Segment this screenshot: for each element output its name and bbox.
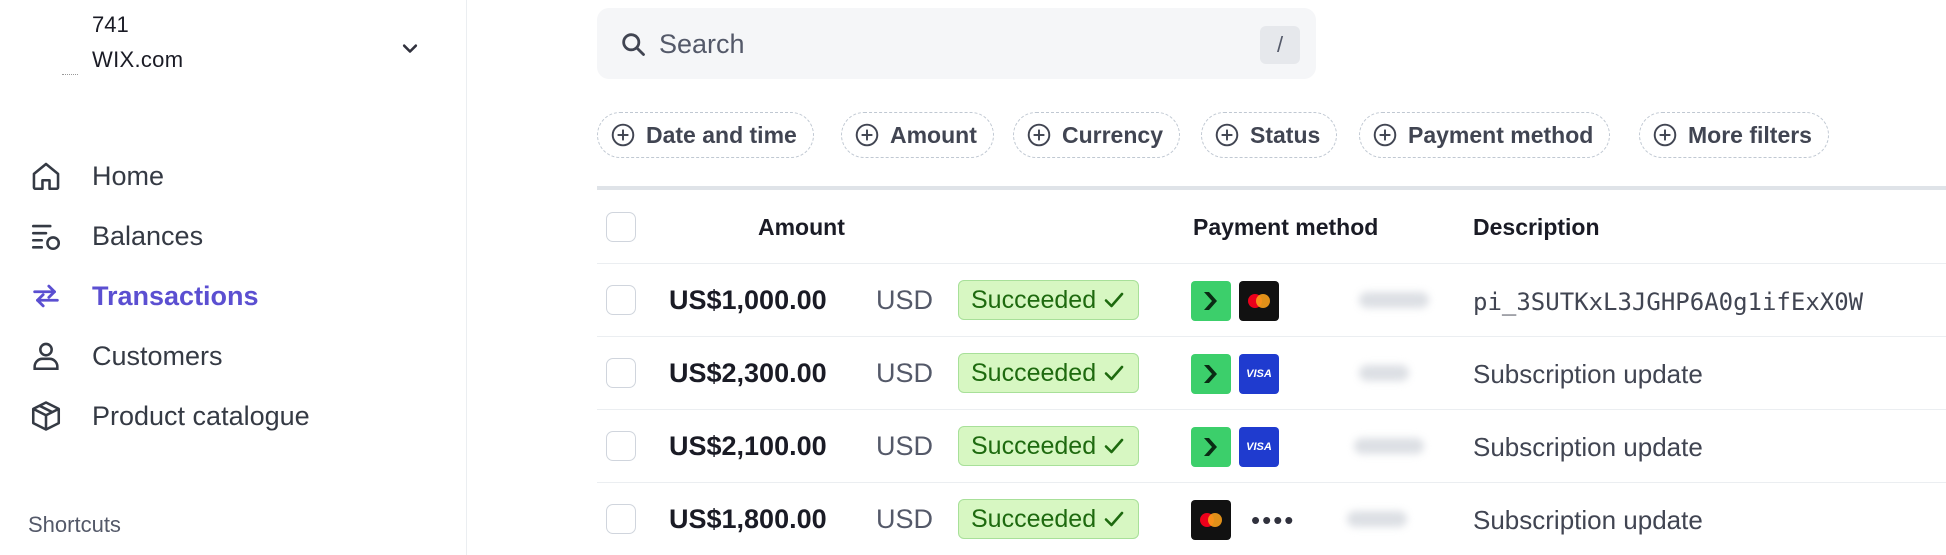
plus-circle-icon bbox=[855, 123, 879, 147]
plus-circle-icon bbox=[611, 123, 635, 147]
payment-method-cell: •••• bbox=[1191, 500, 1295, 540]
account-switcher[interactable]: 741 WIX.com bbox=[56, 10, 426, 82]
filter-amount[interactable]: Amount bbox=[841, 112, 994, 158]
filter-payment-method[interactable]: Payment method bbox=[1359, 112, 1611, 158]
status-label: Succeeded bbox=[971, 431, 1097, 460]
visa-logo-icon: VISA bbox=[1239, 354, 1279, 394]
search-icon bbox=[622, 33, 645, 56]
search-bar[interactable]: / bbox=[597, 8, 1316, 79]
filter-more-filters[interactable]: More filters bbox=[1639, 112, 1829, 158]
checkmark-icon bbox=[1104, 511, 1124, 527]
payment-method-cell bbox=[1191, 281, 1287, 321]
product-box-icon bbox=[28, 398, 64, 434]
currency-cell: USD bbox=[876, 431, 934, 461]
amount-cell: US$1,000.00 bbox=[669, 285, 827, 315]
status-badge: Succeeded bbox=[958, 280, 1140, 320]
table-header: Amount Payment method Description bbox=[597, 190, 1946, 264]
account-logo bbox=[62, 72, 78, 75]
amount-cell: US$2,100.00 bbox=[669, 431, 827, 461]
sidebar-item-balances[interactable]: Balances bbox=[28, 214, 428, 258]
status-label: Succeeded bbox=[971, 504, 1097, 533]
shortcuts-heading: Shortcuts bbox=[28, 512, 121, 537]
sidebar-item-label: Customers bbox=[92, 340, 223, 371]
payment-method-cell: VISA bbox=[1191, 354, 1287, 394]
home-icon bbox=[28, 158, 64, 194]
row-checkbox[interactable] bbox=[606, 504, 636, 534]
sidebar-item-transactions[interactable]: Transactions bbox=[28, 274, 428, 318]
currency-cell: USD bbox=[876, 358, 934, 388]
filter-label: Date and time bbox=[646, 121, 797, 148]
status-label: Succeeded bbox=[971, 285, 1097, 314]
plus-circle-icon bbox=[1373, 123, 1397, 147]
description-cell: Subscription update bbox=[1473, 359, 1703, 389]
sidebar-item-label: Transactions bbox=[92, 280, 259, 311]
link-logo-icon bbox=[1191, 354, 1231, 394]
table-row[interactable]: US$2,300.00 USD Succeeded VISA Subscript… bbox=[597, 337, 1946, 410]
sidebar-item-label: Balances bbox=[92, 220, 204, 251]
search-input[interactable] bbox=[659, 22, 1219, 66]
account-name-line1: 741 bbox=[92, 12, 129, 37]
redacted-card-number bbox=[1299, 424, 1449, 470]
card-mask: •••• bbox=[1251, 504, 1296, 535]
description-cell: Subscription update bbox=[1473, 505, 1703, 535]
amount-cell: US$1,800.00 bbox=[669, 504, 827, 534]
table-row[interactable]: US$1,000.00 USD Succeeded pi_3SUTKxL3JGH… bbox=[597, 264, 1946, 337]
filter-currency[interactable]: Currency bbox=[1013, 112, 1180, 158]
filter-label: Amount bbox=[890, 121, 977, 148]
checkmark-icon bbox=[1104, 365, 1124, 381]
row-checkbox[interactable] bbox=[606, 358, 636, 388]
sidebar-item-customers[interactable]: Customers bbox=[28, 334, 428, 378]
status-label: Succeeded bbox=[971, 358, 1097, 387]
plus-circle-icon bbox=[1215, 123, 1239, 147]
redacted-card-number bbox=[1299, 278, 1449, 324]
transactions-icon bbox=[28, 278, 64, 314]
status-badge: Succeeded bbox=[958, 426, 1140, 466]
column-header-description: Description bbox=[1473, 214, 1600, 240]
link-logo-icon bbox=[1191, 427, 1231, 467]
account-name-line2: WIX.com bbox=[92, 47, 184, 72]
table-row[interactable]: US$2,100.00 USD Succeeded VISA Subscript… bbox=[597, 410, 1946, 483]
select-all-checkbox[interactable] bbox=[606, 212, 636, 242]
chevron-down-icon[interactable] bbox=[396, 34, 424, 62]
sidebar-item-label: Home bbox=[92, 160, 165, 191]
customer-icon bbox=[28, 338, 64, 374]
sidebar: 741 WIX.com Home Balances Transactions C… bbox=[0, 0, 467, 555]
description-cell: pi_3SUTKxL3JGHP6A0g1ifExX0W bbox=[1473, 288, 1864, 316]
filter-label: Currency bbox=[1062, 121, 1163, 148]
checkmark-icon bbox=[1104, 292, 1124, 308]
status-badge: Succeeded bbox=[958, 353, 1140, 393]
description-cell: Subscription update bbox=[1473, 432, 1703, 462]
filter-status[interactable]: Status bbox=[1201, 112, 1338, 158]
table-row[interactable]: US$1,800.00 USD Succeeded •••• Subscript… bbox=[597, 483, 1946, 555]
plus-circle-icon bbox=[1653, 123, 1677, 147]
amount-cell: US$2,300.00 bbox=[669, 358, 827, 388]
filter-label: More filters bbox=[1688, 121, 1812, 148]
sidebar-item-home[interactable]: Home bbox=[28, 154, 428, 198]
filter-label: Payment method bbox=[1408, 121, 1594, 148]
redacted-card-number bbox=[1317, 497, 1449, 543]
mastercard-logo-icon bbox=[1239, 281, 1279, 321]
filter-date-and-time[interactable]: Date and time bbox=[597, 112, 814, 158]
currency-cell: USD bbox=[876, 285, 934, 315]
sidebar-item-product-catalogue[interactable]: Product catalogue bbox=[28, 394, 428, 438]
row-checkbox[interactable] bbox=[606, 431, 636, 461]
status-badge: Succeeded bbox=[958, 499, 1140, 539]
column-header-payment-method: Payment method bbox=[1193, 214, 1379, 240]
currency-cell: USD bbox=[876, 504, 934, 534]
plus-circle-icon bbox=[1027, 123, 1051, 147]
checkmark-icon bbox=[1104, 438, 1124, 454]
payment-method-cell: VISA bbox=[1191, 427, 1287, 467]
link-logo-icon bbox=[1191, 281, 1231, 321]
redacted-card-number bbox=[1299, 351, 1449, 397]
mastercard-logo-icon bbox=[1191, 500, 1231, 540]
search-shortcut-key: / bbox=[1260, 26, 1300, 64]
row-checkbox[interactable] bbox=[606, 285, 636, 315]
sidebar-item-label: Product catalogue bbox=[92, 400, 310, 431]
filter-label: Status bbox=[1250, 121, 1321, 148]
column-header-amount[interactable]: Amount bbox=[758, 214, 845, 241]
visa-logo-icon: VISA bbox=[1239, 427, 1279, 467]
balances-icon bbox=[28, 218, 64, 254]
